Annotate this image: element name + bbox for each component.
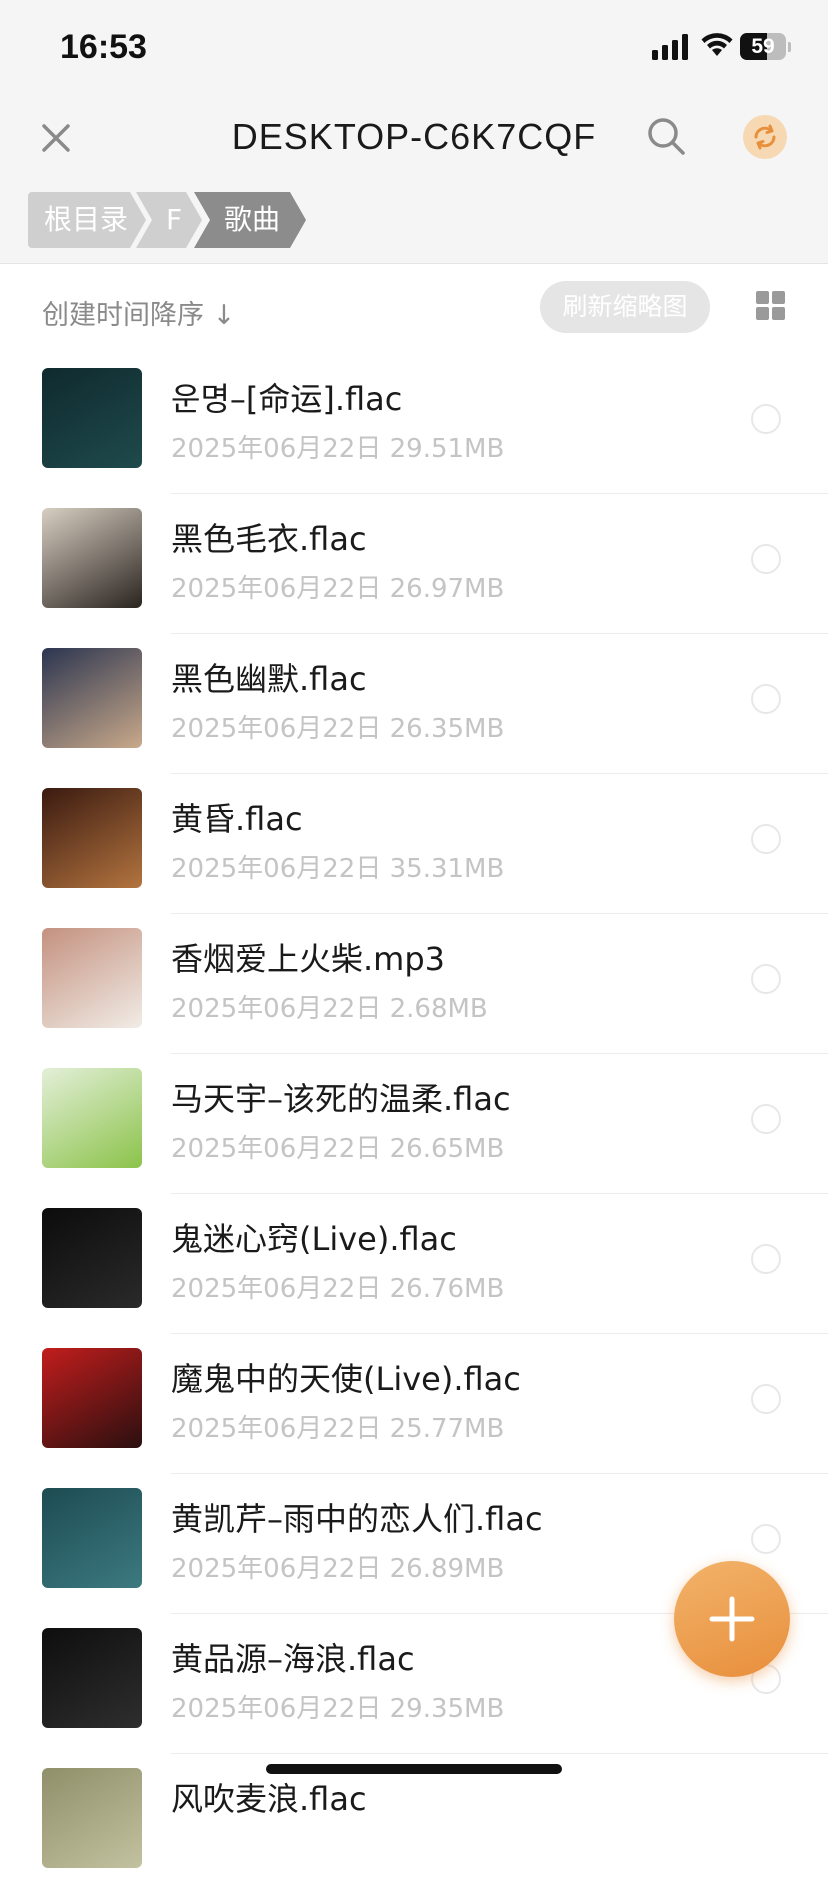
file-meta: 2025年06月22日 35.31MB bbox=[171, 848, 504, 885]
file-size: 26.89MB bbox=[389, 1554, 505, 1584]
breadcrumb-label: 歌曲 bbox=[224, 203, 281, 236]
file-size: 29.51MB bbox=[389, 434, 505, 464]
file-row[interactable]: 魔鬼中的天使(Live).flac 2025年06月22日 25.77MB bbox=[0, 1334, 828, 1474]
file-meta: 2025年06月22日 2.68MB bbox=[171, 988, 488, 1025]
sort-dropdown[interactable]: 创建时间降序 ↓ bbox=[42, 293, 235, 332]
file-size: 26.76MB bbox=[389, 1274, 505, 1304]
refresh-thumbnails-button[interactable]: 刷新缩略图 bbox=[540, 281, 710, 333]
file-meta: 2025年06月22日 26.76MB bbox=[171, 1268, 504, 1305]
file-size: 26.65MB bbox=[389, 1134, 505, 1164]
select-checkbox[interactable] bbox=[751, 964, 781, 994]
select-checkbox[interactable] bbox=[751, 1104, 781, 1134]
select-checkbox[interactable] bbox=[751, 684, 781, 714]
file-row[interactable]: 黄昏.flac 2025年06月22日 35.31MB bbox=[0, 774, 828, 914]
file-date: 2025年06月22日 bbox=[171, 714, 382, 744]
file-name: 魔鬼中的天使(Live).flac bbox=[171, 1360, 521, 1398]
file-row[interactable]: 鬼迷心窍(Live).flac 2025年06月22日 26.76MB bbox=[0, 1194, 828, 1334]
sync-button[interactable] bbox=[743, 115, 787, 159]
breadcrumb-current[interactable]: 歌曲 bbox=[194, 192, 306, 248]
plus-icon bbox=[709, 1596, 755, 1642]
file-date: 2025年06月22日 bbox=[171, 1414, 382, 1444]
file-name: 黄昏.flac bbox=[171, 800, 303, 838]
file-meta: 2025年06月22日 26.97MB bbox=[171, 568, 504, 605]
file-size: 25.77MB bbox=[389, 1414, 505, 1444]
search-icon[interactable] bbox=[644, 114, 688, 158]
select-checkbox[interactable] bbox=[751, 404, 781, 434]
header: DESKTOP-C6K7CQF 根目录 F 歌曲 bbox=[0, 96, 828, 264]
file-row[interactable]: 风吹麦浪.flac bbox=[0, 1754, 828, 1894]
file-date: 2025年06月22日 bbox=[171, 574, 382, 604]
album-thumbnail bbox=[42, 648, 142, 748]
file-name: 黑色幽默.flac bbox=[171, 660, 367, 698]
file-size: 29.35MB bbox=[389, 1694, 505, 1724]
file-meta: 2025年06月22日 26.35MB bbox=[171, 708, 504, 745]
select-checkbox[interactable] bbox=[751, 1244, 781, 1274]
file-name: 马天宇–该死的温柔.flac bbox=[171, 1080, 511, 1118]
file-date: 2025年06月22日 bbox=[171, 1694, 382, 1724]
file-row[interactable]: 马天宇–该死的温柔.flac 2025年06月22日 26.65MB bbox=[0, 1054, 828, 1194]
status-bar: 16:53 59 bbox=[0, 0, 828, 96]
file-size: 26.97MB bbox=[389, 574, 505, 604]
album-thumbnail bbox=[42, 1068, 142, 1168]
file-date: 2025年06月22日 bbox=[171, 1554, 382, 1584]
breadcrumb-root[interactable]: 根目录 bbox=[28, 192, 146, 248]
file-size: 35.31MB bbox=[389, 854, 505, 884]
file-size: 26.35MB bbox=[389, 714, 505, 744]
file-meta: 2025年06月22日 26.89MB bbox=[171, 1548, 504, 1585]
album-thumbnail bbox=[42, 508, 142, 608]
album-thumbnail bbox=[42, 1348, 142, 1448]
select-checkbox[interactable] bbox=[751, 1524, 781, 1554]
file-name: 黑色毛衣.flac bbox=[171, 520, 367, 558]
file-meta: 2025年06月22日 29.35MB bbox=[171, 1688, 504, 1725]
select-checkbox[interactable] bbox=[751, 544, 781, 574]
page-title: DESKTOP-C6K7CQF bbox=[231, 116, 597, 157]
file-meta: 2025年06月22日 25.77MB bbox=[171, 1408, 504, 1445]
file-row[interactable]: 黑色幽默.flac 2025年06月22日 26.35MB bbox=[0, 634, 828, 774]
file-row[interactable]: 香烟爱上火柴.mp3 2025年06月22日 2.68MB bbox=[0, 914, 828, 1054]
select-checkbox[interactable] bbox=[751, 1384, 781, 1414]
file-row[interactable]: 黑色毛衣.flac 2025年06月22日 26.97MB bbox=[0, 494, 828, 634]
album-thumbnail bbox=[42, 1628, 142, 1728]
file-name: 黄凯芹–雨中的恋人们.flac bbox=[171, 1500, 543, 1538]
file-date: 2025年06月22日 bbox=[171, 1134, 382, 1164]
file-meta: 2025年06月22日 26.65MB bbox=[171, 1128, 504, 1165]
file-name: 香烟爱上火柴.mp3 bbox=[171, 940, 446, 978]
breadcrumb-label: 根目录 bbox=[44, 203, 129, 236]
battery-level: 59 bbox=[751, 35, 775, 58]
grid-view-icon[interactable] bbox=[756, 291, 786, 321]
file-name: 鬼迷心窍(Live).flac bbox=[171, 1220, 457, 1258]
list-toolbar: 创建时间降序 ↓ 刷新缩略图 bbox=[0, 265, 828, 355]
album-thumbnail bbox=[42, 1488, 142, 1588]
sync-icon bbox=[754, 124, 776, 150]
select-checkbox[interactable] bbox=[751, 824, 781, 854]
album-thumbnail bbox=[42, 1208, 142, 1308]
file-name: 黄品源–海浪.flac bbox=[171, 1640, 415, 1678]
album-thumbnail bbox=[42, 1768, 142, 1868]
album-thumbnail bbox=[42, 368, 142, 468]
signal-icon bbox=[652, 34, 688, 60]
file-name: 운명–[命运].flac bbox=[171, 380, 403, 418]
file-date: 2025年06月22日 bbox=[171, 1274, 382, 1304]
file-date: 2025年06月22日 bbox=[171, 854, 382, 884]
home-indicator bbox=[266, 1764, 562, 1774]
wifi-icon bbox=[701, 33, 733, 56]
file-date: 2025年06月22日 bbox=[171, 994, 382, 1024]
file-row[interactable]: 운명–[命运].flac 2025年06月22日 29.51MB bbox=[0, 354, 828, 494]
file-meta: 2025年06月22日 29.51MB bbox=[171, 428, 504, 465]
breadcrumb-label: F bbox=[166, 203, 183, 236]
add-button[interactable] bbox=[674, 1561, 790, 1677]
close-icon[interactable] bbox=[34, 116, 78, 160]
battery-indicator: 59 bbox=[740, 33, 791, 60]
file-date: 2025年06月22日 bbox=[171, 434, 382, 464]
album-thumbnail bbox=[42, 928, 142, 1028]
album-thumbnail bbox=[42, 788, 142, 888]
file-name: 风吹麦浪.flac bbox=[171, 1780, 367, 1818]
file-size: 2.68MB bbox=[389, 994, 488, 1024]
status-time: 16:53 bbox=[60, 28, 147, 66]
